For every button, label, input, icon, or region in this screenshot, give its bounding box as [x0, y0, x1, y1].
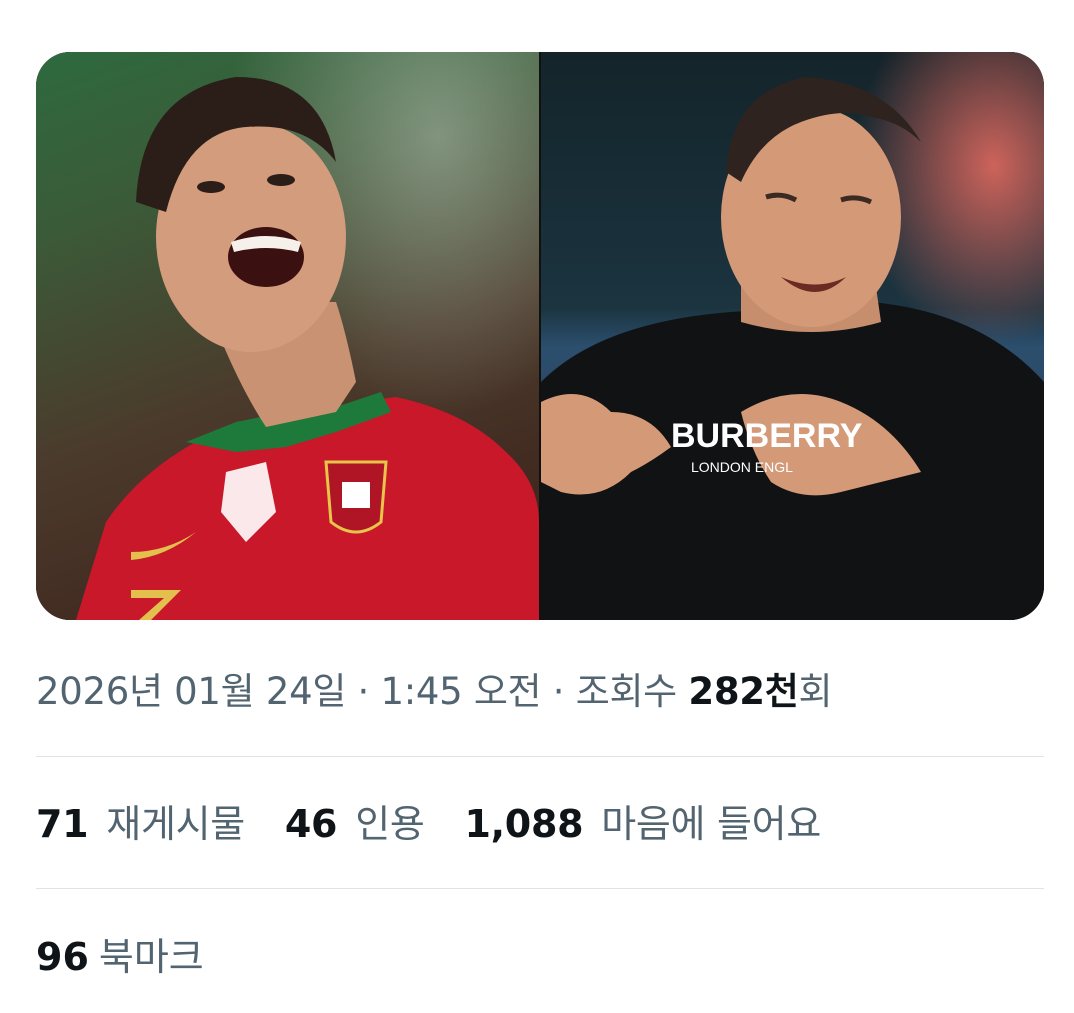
quotes-label: 인용 — [355, 802, 425, 846]
meta-separator: · — [346, 670, 381, 713]
views-count[interactable]: 282천 — [688, 670, 798, 713]
quotes-count: 46 — [284, 802, 338, 846]
man-illustration: BURBERRY LONDON ENGL — [541, 77, 1044, 620]
views-label: 조회수 — [575, 670, 689, 713]
likes-label: 마음에 들어요 — [601, 802, 821, 846]
tweet-time[interactable]: 1:45 오전 — [380, 670, 541, 713]
shirt-subtext: LONDON ENGL — [691, 459, 793, 475]
views-suffix: 회 — [798, 670, 833, 713]
tweet-meta-line: 2026년 01월 24일 · 1:45 오전 · 조회수 282천회 — [36, 664, 833, 720]
tweet-date[interactable]: 2026년 01월 24일 — [36, 670, 346, 713]
divider — [36, 888, 1044, 889]
media-photo-left[interactable] — [36, 52, 539, 620]
tweet-media-grid: BURBERRY LONDON ENGL — [36, 52, 1044, 620]
likes-count: 1,088 — [464, 802, 584, 846]
engagement-stats: 71 재게시물 46 인용 1,088 마음에 들어요 — [36, 796, 861, 852]
reposts-stat[interactable]: 71 재게시물 — [36, 796, 245, 852]
likes-stat[interactable]: 1,088 마음에 들어요 — [464, 796, 822, 852]
media-photo-right[interactable]: BURBERRY LONDON ENGL — [541, 52, 1044, 620]
reposts-count: 71 — [36, 802, 89, 846]
reposts-label: 재게시물 — [106, 802, 245, 846]
player-illustration — [76, 77, 539, 620]
bookmarks-count: 96 — [36, 935, 89, 979]
bookmarks-stat[interactable]: 96 북마크 — [36, 929, 204, 985]
bookmarks-label: 북마크 — [98, 935, 204, 979]
meta-separator: · — [541, 670, 576, 713]
quotes-stat[interactable]: 46 인용 — [285, 796, 425, 852]
shirt-brand-text: BURBERRY — [671, 417, 863, 455]
divider — [36, 756, 1044, 757]
